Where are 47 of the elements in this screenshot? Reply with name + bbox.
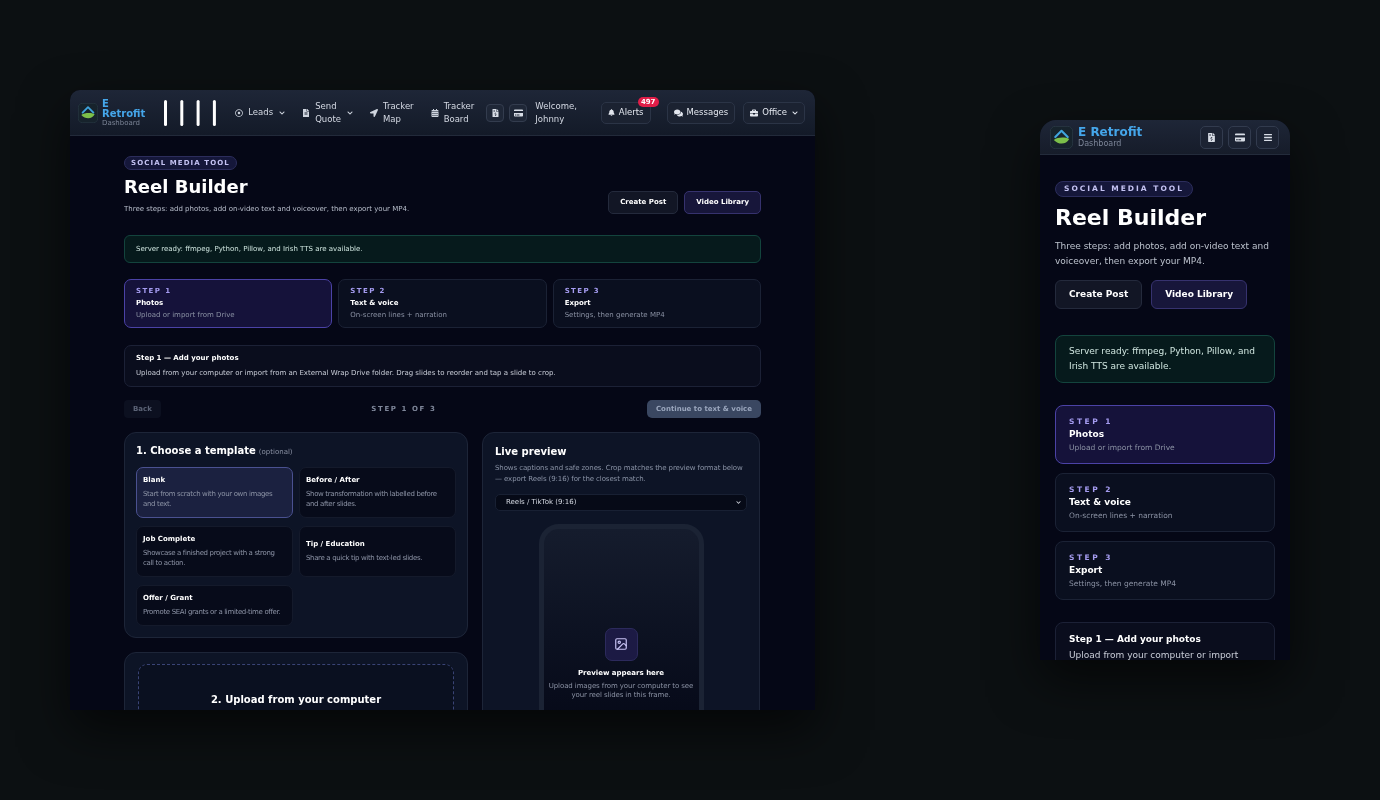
- page-title: Reel Builder: [124, 176, 249, 198]
- template-heading: 1. Choose a template: [136, 445, 256, 457]
- chat-icon: [673, 108, 683, 117]
- nav-link[interactable]: Tracker Board: [430, 99, 475, 126]
- card-button[interactable]: [509, 103, 528, 122]
- logo-icon: [78, 102, 98, 123]
- dollar-document-icon: [491, 108, 499, 117]
- step-title: Text & voice: [1069, 497, 1132, 508]
- preview-title: Live preview: [495, 446, 568, 458]
- step-info-title: Step 1 — Add your photos: [1069, 634, 1202, 645]
- page-subtitle: Three steps: add photos, add on-video text and voiceover, then export your MP4.: [1055, 240, 1270, 268]
- status-message: Server ready: ffmpeg, Python, Pillow, and Irish TTS are available.: [1055, 335, 1275, 383]
- messages-button[interactable]: Messages: [666, 101, 736, 124]
- office-button[interactable]: Office: [743, 101, 805, 124]
- nav-link[interactable]: Leads: [235, 106, 286, 119]
- brand-name: E Retrofit: [102, 98, 146, 119]
- invoice-button[interactable]: [486, 103, 505, 122]
- action-button[interactable]: Video Library: [1151, 280, 1248, 309]
- step-info-description: Upload from your computer or import: [1069, 650, 1240, 660]
- nav-link[interactable]: Tracker Map: [369, 99, 414, 126]
- welcome-text: Welcome, Johnny: [535, 99, 577, 126]
- step-title: Photos: [1069, 429, 1106, 440]
- image-icon: [604, 627, 638, 661]
- brand-subtitle: Dashboard: [1078, 139, 1123, 148]
- calendar-icon: [430, 108, 439, 117]
- menu-icon: [1262, 132, 1273, 142]
- upload-dropzone[interactable]: 2. Upload from your computer: [138, 663, 454, 710]
- nav-link[interactable]: Send Quote: [302, 99, 353, 126]
- chevron-down-icon: [736, 500, 741, 505]
- upload-title: 2. Upload from your computer: [210, 693, 382, 706]
- card-icon: [1234, 132, 1245, 142]
- vertical-bars-icon[interactable]: [164, 99, 217, 126]
- target-icon: [235, 108, 244, 117]
- action-button[interactable]: Create Post: [1055, 280, 1143, 309]
- card-icon: [513, 108, 523, 117]
- step-title: Export: [1069, 565, 1104, 576]
- card-button[interactable]: [1228, 125, 1251, 149]
- document-icon: [302, 108, 311, 117]
- brand-name: E Retrofit: [1078, 126, 1143, 139]
- bell-icon: [607, 109, 615, 116]
- invoice-button[interactable]: [1200, 125, 1223, 149]
- logo-icon: [1050, 125, 1073, 149]
- arrow-icon: [369, 108, 378, 117]
- dollar-document-icon: [1208, 132, 1215, 142]
- briefcase-icon: [750, 108, 759, 117]
- page-title: Reel Builder: [1055, 205, 1207, 231]
- menu-button[interactable]: [1256, 125, 1279, 149]
